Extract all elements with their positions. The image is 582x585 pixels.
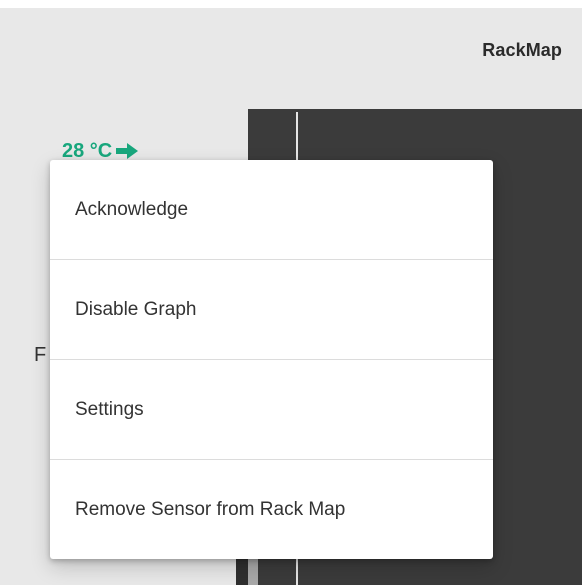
context-menu: Acknowledge Disable Graph Settings Remov… — [50, 160, 493, 559]
menu-item-settings[interactable]: Settings — [50, 360, 493, 460]
partial-label: F — [34, 344, 47, 366]
arrow-right-icon — [116, 143, 139, 159]
page-title: RackMap — [482, 40, 562, 60]
menu-item-acknowledge[interactable]: Acknowledge — [50, 160, 493, 260]
rack-edge-highlight — [248, 555, 258, 585]
menu-item-remove-sensor[interactable]: Remove Sensor from Rack Map — [50, 460, 493, 559]
rack-edge — [236, 555, 248, 585]
menu-item-disable-graph[interactable]: Disable Graph — [50, 260, 493, 360]
